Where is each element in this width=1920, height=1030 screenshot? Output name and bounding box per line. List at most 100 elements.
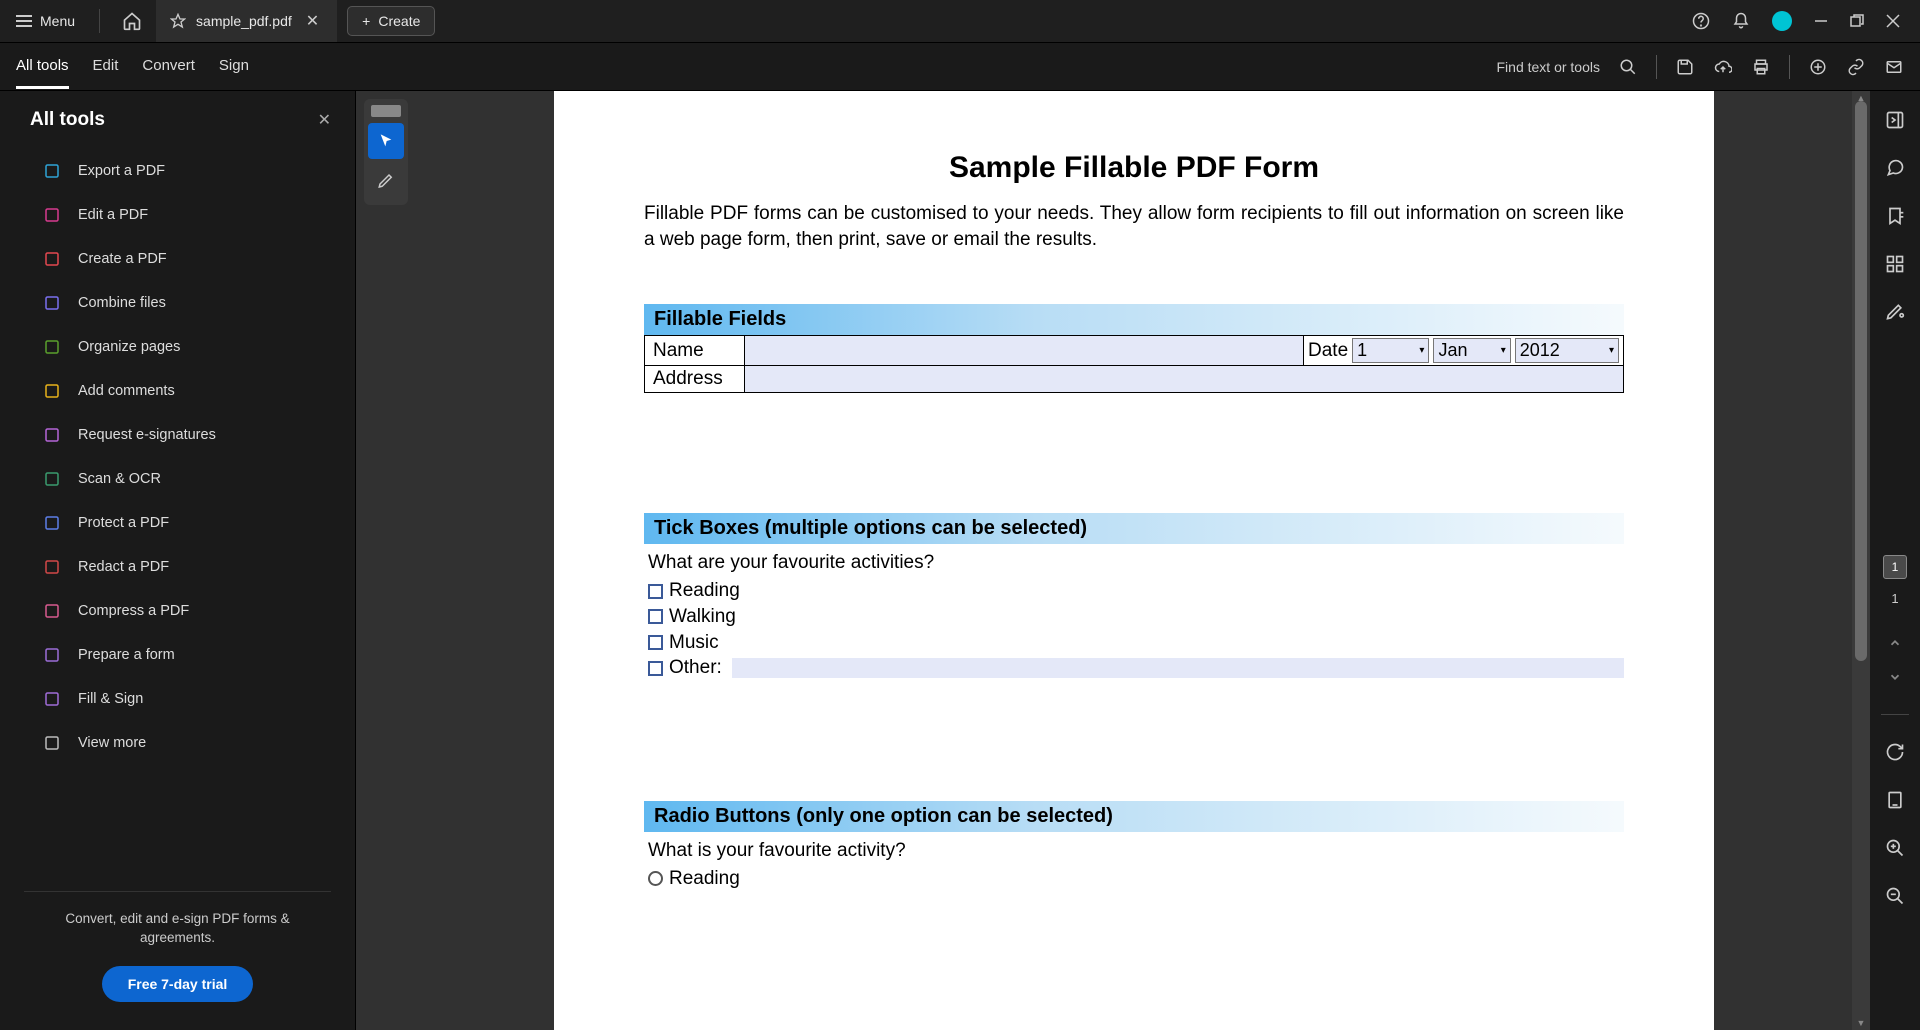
sparkle-icon [1809,58,1827,76]
tool-item[interactable]: Fill & Sign [0,677,355,721]
help-button[interactable] [1692,12,1710,30]
draw-button[interactable] [1884,301,1906,323]
bell-icon [1732,12,1750,30]
scroll-down-icon[interactable]: ▼ [1852,1016,1870,1030]
close-icon [1886,14,1900,28]
share-button[interactable] [1884,57,1904,77]
checkbox-option[interactable]: Reading [648,578,1624,604]
document-tab[interactable]: sample_pdf.pdf ✕ [156,0,337,42]
main-toolbar: All tools Edit Convert Sign Find text or… [0,43,1920,91]
tool-icon [42,249,62,269]
pencil-icon [1885,302,1905,322]
tool-panel [364,99,408,205]
tab-convert[interactable]: Convert [142,45,195,89]
save-button[interactable] [1675,57,1695,77]
tool-item[interactable]: Compress a PDF [0,589,355,633]
ai-button[interactable] [1808,57,1828,77]
thumbnail-icon[interactable] [371,105,401,117]
tool-item[interactable]: Redact a PDF [0,545,355,589]
address-input[interactable] [745,366,1624,393]
tool-item[interactable]: Create a PDF [0,237,355,281]
trial-button[interactable]: Free 7-day trial [102,966,254,1002]
user-avatar[interactable] [1772,11,1792,31]
minimize-button[interactable] [1814,14,1828,28]
comment-button[interactable] [1884,157,1906,179]
date-year-select[interactable]: 2012▾ [1515,338,1619,363]
upload-button[interactable] [1713,57,1733,77]
tool-icon [42,601,62,621]
tick-section: Tick Boxes (multiple options can be sele… [644,513,1624,681]
comment-icon [1885,158,1905,178]
date-month-select[interactable]: Jan▾ [1433,338,1510,363]
section-heading-fillable: Fillable Fields [644,304,1624,335]
scroll-thumb[interactable] [1855,101,1867,661]
other-input[interactable] [732,658,1624,678]
separator [1656,55,1657,79]
tool-icon [42,469,62,489]
date-day-select[interactable]: 1▾ [1352,338,1429,363]
tool-list: Export a PDFEdit a PDFCreate a PDFCombin… [0,141,355,891]
checkbox-option[interactable]: Walking [648,604,1624,630]
page-down-button[interactable] [1884,666,1906,688]
print-button[interactable] [1751,57,1771,77]
name-input[interactable] [745,336,1304,366]
page-up-button[interactable] [1884,632,1906,654]
tab-sign[interactable]: Sign [219,45,249,89]
tool-icon [42,645,62,665]
panel-toggle-button[interactable] [1884,109,1906,131]
sidebar-close-button[interactable]: ✕ [318,110,331,130]
tab-all-tools[interactable]: All tools [16,45,69,89]
tool-label: Request e-signatures [78,427,216,443]
mail-icon [1885,58,1903,76]
link-button[interactable] [1846,57,1866,77]
right-rail: 1 1 [1870,91,1920,1030]
search-button[interactable] [1618,57,1638,77]
rotate-button[interactable] [1884,741,1906,763]
tool-label: View more [78,735,146,751]
selection-tool-button[interactable] [368,123,404,159]
zoom-in-button[interactable] [1884,837,1906,859]
tool-item[interactable]: Add comments [0,369,355,413]
radio-question: What is your favourite activity? [648,840,1624,862]
create-button[interactable]: + Create [347,6,435,36]
tool-label: Protect a PDF [78,515,169,531]
chevron-down-icon: ▾ [1609,345,1614,356]
page-view-button[interactable] [1884,789,1906,811]
tool-item[interactable]: Scan & OCR [0,457,355,501]
draw-icon [377,172,395,190]
tool-item[interactable]: Request e-signatures [0,413,355,457]
tool-item[interactable]: Prepare a form [0,633,355,677]
menu-button[interactable]: Menu [0,0,91,42]
toolbar-right: Find text or tools [1497,55,1905,79]
tool-item[interactable]: Protect a PDF [0,501,355,545]
checkbox-option[interactable]: Other: [648,655,1624,681]
document-viewport[interactable]: Sample Fillable PDF Form Fillable PDF fo… [416,91,1852,1030]
maximize-button[interactable] [1850,14,1864,28]
thumbnails-button[interactable] [1884,253,1906,275]
tool-item[interactable]: Combine files [0,281,355,325]
bookmark-button[interactable] [1884,205,1906,227]
scrollbar[interactable]: ▲ ▼ [1852,91,1870,1030]
tool-label: Redact a PDF [78,559,169,575]
find-label[interactable]: Find text or tools [1497,59,1601,75]
hand-tool-button[interactable] [368,163,404,199]
tool-item[interactable]: Organize pages [0,325,355,369]
panel-icon [1885,110,1905,130]
zoom-out-button[interactable] [1884,885,1906,907]
checkbox-option[interactable]: Music [648,630,1624,656]
chevron-down-icon [1888,670,1902,684]
notifications-button[interactable] [1732,12,1750,30]
tab-edit[interactable]: Edit [93,45,119,89]
tab-title: sample_pdf.pdf [196,13,292,29]
radio-option[interactable]: Reading [648,866,1624,892]
close-tab-button[interactable]: ✕ [302,11,323,31]
home-button[interactable] [108,0,156,42]
save-icon [1676,58,1694,76]
hamburger-icon [16,15,32,27]
address-label: Address [645,366,745,393]
close-window-button[interactable] [1886,14,1900,28]
tool-item[interactable]: Export a PDF [0,149,355,193]
tool-item[interactable]: View more [0,721,355,765]
current-page-badge[interactable]: 1 [1883,555,1907,579]
tool-item[interactable]: Edit a PDF [0,193,355,237]
